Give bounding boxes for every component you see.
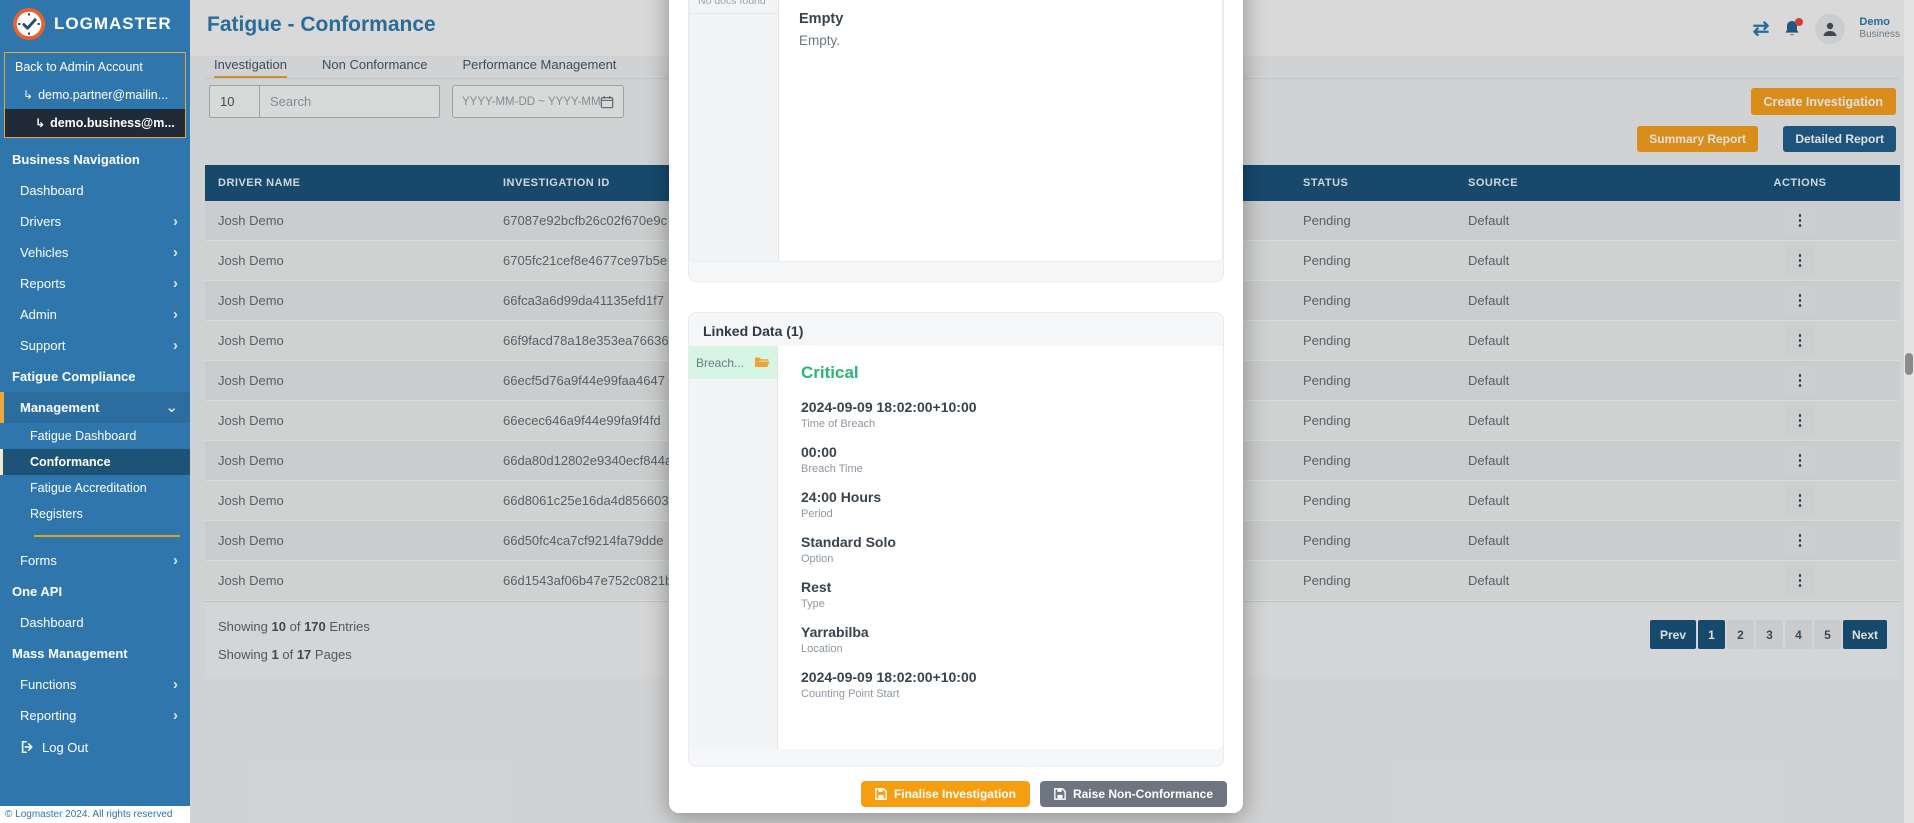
nav-header-fatigue-compliance: Fatigue Compliance <box>12 369 136 384</box>
detail-value: 00:00 <box>801 444 837 460</box>
sidebar-item-functions[interactable]: Functions › <box>0 669 190 700</box>
app-root: LOGMASTER Back to Admin Account ↳ demo.pa… <box>0 0 1914 823</box>
chevron-right-icon: › <box>173 675 178 693</box>
chevron-right-icon: › <box>173 706 178 724</box>
empty-body: Empty. <box>799 33 841 48</box>
detail-pair: Yarrabilba Location <box>801 624 1213 656</box>
copyright-text: © Logmaster 2024. All rights reserved <box>0 806 190 823</box>
sidebar-item-one-api-dashboard[interactable]: Dashboard <box>0 607 190 638</box>
nav-divider <box>34 535 180 537</box>
detail-label: Period <box>801 508 833 520</box>
chevron-down-icon: ⌄ <box>165 398 178 416</box>
branch-arrow-icon: ↳ <box>35 116 46 130</box>
logo[interactable]: LOGMASTER <box>0 0 190 48</box>
detail-label: Counting Point Start <box>801 688 900 700</box>
detail-pair: Standard Solo Option <box>801 534 1213 566</box>
linked-data-body: Breach... Critical 2024-09-09 18:02:00+1… <box>689 346 1223 749</box>
detail-value: Standard Solo <box>801 534 896 550</box>
linked-data-panel: Linked Data (1) Breach... Critical 2024-… <box>688 312 1224 767</box>
detail-label: Time of Breach <box>801 418 876 430</box>
chevron-right-icon: › <box>173 305 178 323</box>
sidebar-item-vehicles[interactable]: Vehicles › <box>0 237 190 268</box>
branch-arrow-icon: ↳ <box>23 88 34 102</box>
business-account-link[interactable]: ↳ demo.business@m... <box>5 109 185 137</box>
detail-value: 24:00 Hours <box>801 489 882 505</box>
detail-label: Type <box>801 598 825 610</box>
no-docs-found-note: No docs found <box>690 0 778 14</box>
empty-title: Empty <box>799 11 844 27</box>
detail-value: Rest <box>801 579 832 595</box>
chevron-right-icon: › <box>173 336 178 354</box>
sidebar-item-fatigue-accreditation[interactable]: Fatigue Accreditation <box>0 475 190 501</box>
chevron-right-icon: › <box>173 274 178 292</box>
sidebar-nav: Business Navigation Dashboard Drivers › V… <box>0 144 190 806</box>
breach-severity: Critical <box>801 363 859 382</box>
sidebar-item-forms[interactable]: Forms › <box>0 545 190 576</box>
sidebar-item-reporting[interactable]: Reporting › <box>0 700 190 731</box>
sidebar-item-admin[interactable]: Admin › <box>0 299 190 330</box>
detail-value: 2024-09-09 18:02:00+10:00 <box>801 399 977 415</box>
detail-pair: Rest Type <box>801 579 1213 611</box>
detail-label: Option <box>801 553 834 565</box>
detail-pair: 00:00 Breach Time <box>801 444 1213 476</box>
sidebar-item-reports[interactable]: Reports › <box>0 268 190 299</box>
modal-actions: Finalise Investigation Raise Non-Conform… <box>860 781 1227 807</box>
nav-header-business-navigation: Business Navigation <box>12 152 140 167</box>
save-icon <box>875 788 887 800</box>
linked-data-title: Linked Data (1) <box>703 323 804 339</box>
empty-card: No docs found Empty Empty. <box>689 0 1223 262</box>
open-folder-icon <box>754 356 770 369</box>
investigation-modal: No docs found Empty Empty. Linked Data (… <box>669 0 1243 813</box>
sidebar: LOGMASTER Back to Admin Account ↳ demo.pa… <box>0 0 190 823</box>
detail-pair: 24:00 Hours Period <box>801 489 1213 521</box>
logout-icon <box>20 740 34 754</box>
back-to-admin-link[interactable]: Back to Admin Account <box>5 53 185 81</box>
nav-header-one-api: One API <box>12 584 63 599</box>
nav-header-mass-management: Mass Management <box>12 646 128 661</box>
clock-logo-icon <box>12 7 46 41</box>
sidebar-item-dashboard[interactable]: Dashboard <box>0 175 190 206</box>
empty-card-content: Empty Empty. <box>779 0 1222 261</box>
vertical-scrollbar[interactable] <box>1904 0 1914 823</box>
detail-label: Breach Time <box>801 463 863 475</box>
scrollbar-thumb[interactable] <box>1905 353 1913 375</box>
partner-account-link[interactable]: ↳ demo.partner@mailin... <box>5 81 185 109</box>
sidebar-item-conformance[interactable]: Conformance <box>0 449 190 475</box>
sidebar-item-management[interactable]: Management ⌄ <box>0 392 190 423</box>
breach-rail-label: Breach... <box>696 355 745 370</box>
detail-pair: 2024-09-09 18:02:00+10:00 Time of Breach <box>801 399 1213 431</box>
sidebar-item-fatigue-dashboard[interactable]: Fatigue Dashboard <box>0 423 190 449</box>
save-icon <box>1054 788 1066 800</box>
detail-label: Location <box>801 643 843 655</box>
detail-value: Yarrabilba <box>801 624 869 640</box>
chevron-right-icon: › <box>173 551 178 569</box>
chevron-right-icon: › <box>173 243 178 261</box>
logout-button[interactable]: Log Out <box>0 731 190 763</box>
detail-pair: 2024-09-09 18:02:00+10:00 Counting Point… <box>801 669 1213 701</box>
sidebar-item-registers[interactable]: Registers <box>0 501 190 527</box>
breach-rail-tab[interactable]: Breach... <box>689 346 777 379</box>
account-switcher: Back to Admin Account ↳ demo.partner@mail… <box>4 52 186 138</box>
sidebar-item-drivers[interactable]: Drivers › <box>0 206 190 237</box>
finalise-investigation-button[interactable]: Finalise Investigation <box>860 781 1030 807</box>
sidebar-item-support[interactable]: Support › <box>0 330 190 361</box>
detail-value: 2024-09-09 18:02:00+10:00 <box>801 669 977 685</box>
empty-panel: No docs found Empty Empty. <box>688 0 1224 282</box>
linked-data-rail: Breach... <box>689 346 778 749</box>
logo-text: LOGMASTER <box>54 14 172 33</box>
empty-card-rail: No docs found <box>690 0 779 261</box>
raise-non-conformance-button[interactable]: Raise Non-Conformance <box>1039 781 1227 807</box>
breach-detail-list: 2024-09-09 18:02:00+10:00 Time of Breach… <box>801 399 1213 701</box>
chevron-right-icon: › <box>173 212 178 230</box>
breach-details: Critical 2024-09-09 18:02:00+10:00 Time … <box>778 346 1223 749</box>
